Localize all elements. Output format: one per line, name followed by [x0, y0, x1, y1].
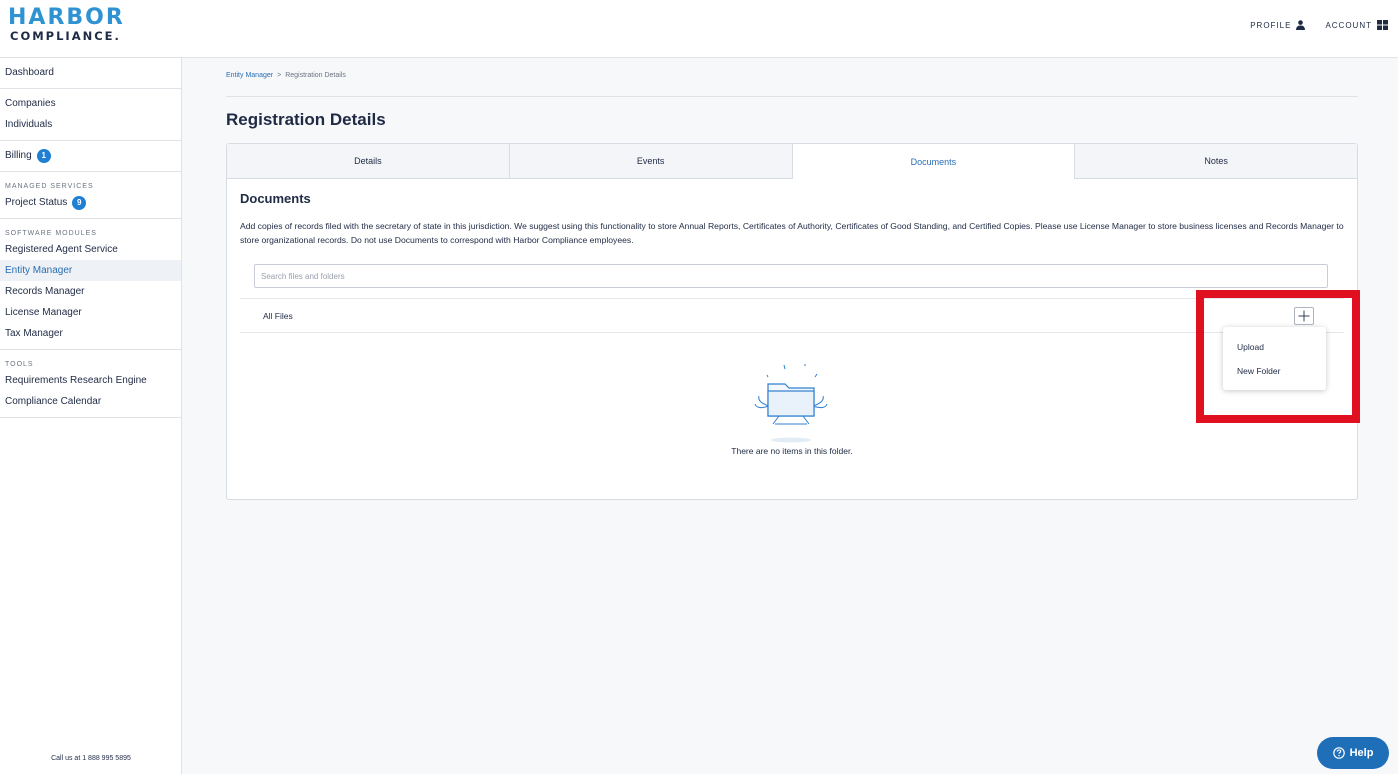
sidebar-item-license-manager[interactable]: License Manager — [0, 302, 181, 323]
documents-description: Add copies of records filed with the sec… — [240, 221, 1344, 245]
profile-link[interactable]: PROFILE — [1250, 20, 1306, 30]
sidebar-item-label: Records Manager — [5, 286, 85, 297]
sidebar-group-software-modules: SOFTWARE MODULES Registered Agent Servic… — [0, 219, 181, 350]
account-label: ACCOUNT — [1325, 20, 1372, 30]
sidebar-item-label: Project Status — [5, 197, 68, 208]
top-bar: HARBOR COMPLIANCE. PROFILE ACCOUNT — [0, 0, 1398, 58]
sidebar-item-dashboard[interactable]: Dashboard — [0, 62, 181, 83]
sidebar-item-label: Tax Manager — [5, 328, 63, 339]
sidebar-item-entity-manager[interactable]: Entity Manager — [0, 260, 181, 281]
sidebar-item-label: Registered Agent Service — [5, 244, 118, 255]
empty-folder-icon — [754, 364, 828, 443]
harbor-compliance-logo[interactable]: HARBOR COMPLIANCE. — [8, 5, 125, 44]
sidebar-item-compliance-calendar[interactable]: Compliance Calendar — [0, 391, 181, 412]
breadcrumb-separator: > — [277, 72, 282, 79]
search-files-input[interactable] — [254, 264, 1328, 288]
page-title: Registration Details — [226, 110, 386, 129]
sidebar-item-label: Requirements Research Engine — [5, 375, 147, 386]
tab-events[interactable]: Events — [509, 144, 793, 178]
breadcrumb: Entity Manager > Registration Details — [226, 72, 346, 79]
tab-bar: Details Events Documents Notes — [227, 144, 1357, 179]
sidebar-item-label: Individuals — [5, 119, 53, 130]
software-modules-heading: SOFTWARE MODULES — [5, 230, 97, 237]
question-icon — [1332, 747, 1345, 759]
user-icon — [1296, 20, 1306, 30]
all-files-label[interactable]: All Files — [263, 311, 293, 321]
sidebar-item-label: Dashboard — [5, 67, 54, 78]
sidebar-item-label: License Manager — [5, 307, 82, 318]
sidebar-item-registered-agent[interactable]: Registered Agent Service — [0, 239, 181, 260]
top-links: PROFILE ACCOUNT — [1250, 20, 1388, 30]
sidebar-item-label: Billing — [5, 150, 32, 161]
breadcrumb-current: Registration Details — [285, 72, 346, 79]
help-label: Help — [1349, 747, 1374, 759]
documents-heading: Documents — [240, 191, 311, 206]
sidebar-item-label: Compliance Calendar — [5, 396, 102, 407]
sidebar-group-managed-services: MANAGED SERVICES Project Status 9 — [0, 172, 181, 219]
highlight-annotation — [1196, 290, 1360, 423]
all-files-row: All Files — [240, 298, 1344, 333]
divider — [226, 96, 1358, 97]
tab-notes[interactable]: Notes — [1075, 144, 1357, 178]
sidebar-item-tax-manager[interactable]: Tax Manager — [0, 323, 181, 344]
sidebar-item-records-manager[interactable]: Records Manager — [0, 281, 181, 302]
sidebar-item-billing[interactable]: Billing 1 — [0, 145, 181, 166]
sidebar-item-label: Entity Manager — [5, 265, 73, 276]
account-link[interactable]: ACCOUNT — [1325, 20, 1388, 30]
sidebar-group-entities: Companies Individuals — [0, 89, 181, 141]
logo-harbor-text: HARBOR — [8, 5, 125, 30]
breadcrumb-entity-manager[interactable]: Entity Manager — [226, 72, 273, 79]
sidebar-item-label: Companies — [5, 98, 56, 109]
empty-folder-message: There are no items in this folder. — [731, 446, 853, 456]
project-status-count-badge: 9 — [72, 195, 87, 210]
sidebar-item-project-status[interactable]: Project Status 9 — [0, 192, 181, 213]
tab-details[interactable]: Details — [227, 144, 510, 178]
help-button[interactable]: Help — [1317, 737, 1389, 769]
call-us-text: Call us at 1 888 995 5895 — [51, 755, 131, 762]
profile-label: PROFILE — [1250, 20, 1292, 30]
sidebar: Dashboard Companies Individuals Billing … — [0, 58, 182, 774]
sidebar-group-tools: TOOLS Requirements Research Engine Compl… — [0, 350, 181, 418]
sidebar-group-dashboard: Dashboard — [0, 58, 181, 89]
tab-documents[interactable]: Documents — [792, 144, 1076, 179]
registration-card: Details Events Documents Notes Documents… — [226, 143, 1358, 500]
managed-services-heading: MANAGED SERVICES — [5, 183, 94, 190]
tools-heading: TOOLS — [5, 361, 34, 368]
sidebar-item-individuals[interactable]: Individuals — [0, 114, 181, 135]
billing-count-badge: 1 — [36, 148, 51, 163]
sidebar-group-billing: Billing 1 — [0, 141, 181, 172]
sidebar-item-companies[interactable]: Companies — [0, 93, 181, 114]
grid-icon — [1377, 20, 1388, 30]
logo-compliance-text: COMPLIANCE. — [10, 29, 121, 43]
sidebar-item-requirements-engine[interactable]: Requirements Research Engine — [0, 370, 181, 391]
